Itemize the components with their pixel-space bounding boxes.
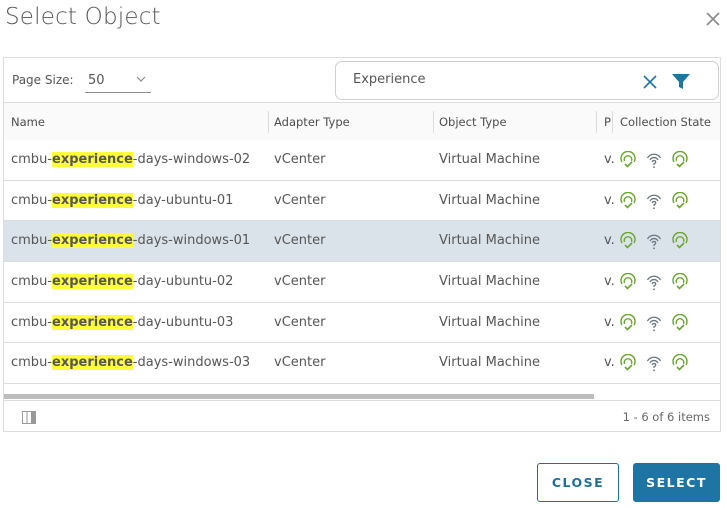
column-resize-handle[interactable]: [596, 111, 597, 133]
collecting-icon: [672, 313, 688, 331]
horizontal-scrollbar[interactable]: [4, 394, 594, 399]
p-column-value: v.: [604, 314, 615, 330]
close-icon[interactable]: [704, 10, 722, 28]
search-highlight: experience: [52, 314, 133, 330]
connection-unknown-icon: [646, 235, 662, 250]
search-highlight: experience: [52, 355, 133, 371]
clear-search-icon[interactable]: [643, 75, 657, 89]
connection-unknown-icon: [646, 357, 662, 372]
adapter-type: vCenter: [274, 355, 326, 371]
collecting-icon: [620, 313, 636, 331]
column-header-p[interactable]: P: [604, 115, 612, 129]
adapter-type: vCenter: [274, 233, 326, 249]
filter-icon[interactable]: [671, 73, 691, 90]
search-highlight: experience: [52, 152, 133, 167]
search-highlight: experience: [52, 233, 133, 249]
collecting-icon: [672, 354, 688, 372]
adapter-type: vCenter: [274, 274, 326, 290]
column-header-object-type[interactable]: Object Type: [439, 115, 507, 129]
name-suffix: -day-ubuntu-01: [132, 192, 234, 208]
search-highlight: experience: [52, 192, 133, 208]
column-header-name[interactable]: Name: [11, 115, 45, 129]
grid-toolbar: Page Size: 50: [4, 58, 720, 102]
name-suffix: -days-windows-03: [132, 355, 251, 371]
collecting-icon: [620, 273, 636, 290]
column-header-collection-state[interactable]: Collection State: [620, 115, 711, 129]
table-row[interactable]: cmbu-experience-day-ubuntu-03 vCenter Virt…: [4, 303, 720, 344]
p-column-value: v.: [604, 152, 615, 167]
collecting-icon: [620, 232, 636, 250]
adapter-type: vCenter: [274, 192, 326, 208]
adapter-type: vCenter: [274, 152, 326, 167]
column-resize-handle[interactable]: [433, 111, 434, 133]
object-name: cmbu-experience-days-windows-03: [11, 355, 269, 371]
column-resize-handle[interactable]: [268, 111, 269, 133]
chevron-down-icon: [136, 76, 146, 82]
collecting-icon: [620, 151, 636, 168]
connection-unknown-icon: [646, 275, 662, 291]
object-type: Virtual Machine: [439, 192, 541, 208]
name-prefix: cmbu-: [11, 192, 52, 208]
table-row[interactable]: cmbu-experience-days-windows-02 vCenter Vi…: [4, 140, 720, 181]
p-column-value: v.: [604, 274, 615, 290]
name-prefix: cmbu-: [11, 274, 52, 290]
name-suffix: -days-windows-02: [132, 152, 251, 167]
object-name: cmbu-experience-day-ubuntu-02: [11, 274, 269, 290]
table-header: Name Adapter Type Object Type P Collecti…: [4, 102, 720, 140]
p-column-value: v.: [604, 233, 615, 249]
object-name: cmbu-experience-days-windows-01: [11, 233, 269, 249]
connection-unknown-icon: [646, 153, 662, 169]
grid-footer: 1 - 6 of 6 items: [4, 400, 720, 431]
collecting-icon: [672, 191, 688, 209]
table-body: cmbu-experience-days-windows-02 vCenter Vi…: [4, 140, 720, 385]
p-column-value: v.: [604, 192, 615, 208]
page-size-label: Page Size:: [12, 73, 74, 87]
object-type: Virtual Machine: [439, 152, 541, 167]
name-prefix: cmbu-: [11, 355, 52, 371]
name-prefix: cmbu-: [11, 152, 52, 167]
pagination-info: 1 - 6 of 6 items: [622, 410, 710, 424]
page-size-value: 50: [88, 73, 105, 88]
p-column-value: v.: [604, 355, 615, 371]
object-grid: Page Size: 50 Name Adapter Type Object T…: [3, 57, 721, 432]
collecting-icon: [620, 354, 636, 372]
object-type: Virtual Machine: [439, 355, 541, 371]
collecting-icon: [620, 191, 636, 209]
close-button[interactable]: CLOSE: [537, 463, 619, 502]
collecting-icon: [672, 232, 688, 250]
name-suffix: -days-windows-01: [132, 233, 251, 249]
collecting-icon: [672, 273, 688, 290]
search-input[interactable]: [353, 72, 623, 87]
object-name: cmbu-experience-days-windows-02: [11, 152, 269, 167]
collecting-icon: [672, 151, 688, 168]
table-row[interactable]: cmbu-experience-days-windows-01 vCenter Vi…: [4, 221, 720, 263]
column-header-adapter-type[interactable]: Adapter Type: [274, 115, 350, 129]
object-type: Virtual Machine: [439, 233, 541, 249]
object-type: Virtual Machine: [439, 314, 541, 330]
name-suffix: -day-ubuntu-02: [132, 274, 234, 290]
page-title: Select Object: [5, 4, 161, 30]
table-row[interactable]: cmbu-experience-days-windows-03 vCenter Vi…: [4, 343, 720, 385]
connection-unknown-icon: [646, 194, 662, 209]
search-box: [335, 61, 719, 100]
object-name: cmbu-experience-day-ubuntu-01: [11, 192, 269, 208]
object-name: cmbu-experience-day-ubuntu-03: [11, 314, 269, 330]
name-prefix: cmbu-: [11, 314, 52, 330]
column-toggle-icon[interactable]: [22, 411, 36, 424]
name-prefix: cmbu-: [11, 233, 52, 249]
connection-unknown-icon: [646, 316, 662, 331]
name-suffix: -day-ubuntu-03: [132, 314, 234, 330]
page-size-select[interactable]: 50: [85, 70, 151, 93]
adapter-type: vCenter: [274, 314, 326, 330]
column-resize-handle[interactable]: [612, 111, 613, 133]
search-highlight: experience: [52, 274, 133, 290]
table-row[interactable]: cmbu-experience-day-ubuntu-01 vCenter Virt…: [4, 181, 720, 222]
select-button[interactable]: SELECT: [633, 463, 720, 502]
table-row[interactable]: cmbu-experience-day-ubuntu-02 vCenter Virt…: [4, 262, 720, 303]
object-type: Virtual Machine: [439, 274, 541, 290]
